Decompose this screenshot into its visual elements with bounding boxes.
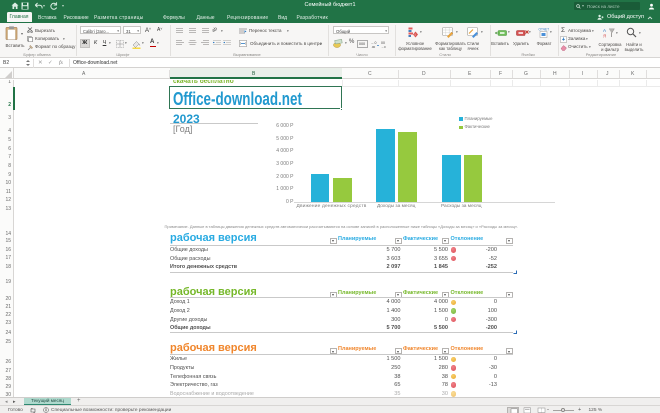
svg-text:→0: →0 xyxy=(381,44,386,47)
svg-text:.00: .00 xyxy=(371,44,376,47)
svg-text:Я: Я xyxy=(603,33,606,38)
svg-text:ОТЧЕТ: ОТЧЕТ xyxy=(539,27,550,31)
svg-text:!: ! xyxy=(415,32,416,37)
svg-text:А: А xyxy=(603,28,606,33)
